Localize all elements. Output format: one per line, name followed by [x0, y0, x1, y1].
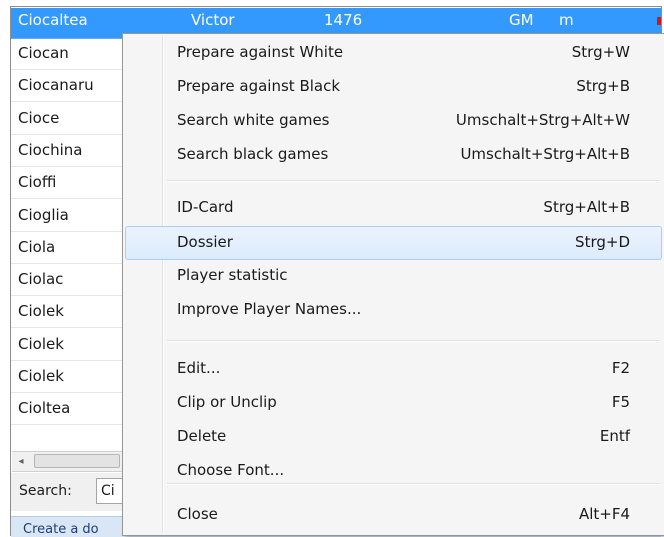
flag-mark-icon: [657, 17, 661, 25]
player-name-cell: Ciolek: [18, 367, 64, 385]
menu-separator: [167, 483, 660, 485]
player-elo-cell: 1476: [324, 11, 363, 29]
menu-item-shortcut: Strg+D: [575, 233, 630, 251]
player-name-cell: Ciolek: [18, 335, 64, 353]
menu-item-label: Choose Font...: [177, 461, 285, 479]
status-text: Create a do: [23, 522, 99, 537]
player-title-cell: GM: [509, 11, 534, 29]
menu-item-close[interactable]: Close Alt+F4: [125, 498, 662, 532]
menu-item-edit[interactable]: Edit... F2: [125, 352, 662, 386]
menu-item-label: Search white games: [177, 111, 330, 129]
context-menu[interactable]: Prepare against White Strg+W Prepare again…: [122, 33, 664, 536]
menu-item-label: Player statistic: [177, 266, 288, 284]
menu-item-label: Close: [177, 505, 218, 523]
menu-separator: [167, 180, 660, 182]
player-name-cell: Cioltea: [18, 399, 71, 417]
menu-item-shortcut: Strg+Alt+B: [543, 198, 630, 216]
menu-item-id-card[interactable]: ID-Card Strg+Alt+B: [125, 191, 662, 225]
menu-item-shortcut: Umschalt+Strg+Alt+W: [455, 111, 630, 129]
player-name-cell: Ciocanaru: [18, 76, 94, 94]
menu-item-shortcut: Strg+B: [576, 77, 630, 95]
menu-item-label: Improve Player Names...: [177, 300, 362, 318]
player-name-cell: Ciochina: [18, 141, 83, 159]
player-name-cell: Cioffi: [18, 173, 57, 191]
player-name-cell: Ciocan: [18, 44, 69, 62]
menu-item-shortcut: Alt+F4: [578, 505, 630, 523]
menu-item-search-white-games[interactable]: Search white games Umschalt+Strg+Alt+W: [125, 104, 662, 138]
player-name-cell: Ciocaltea: [18, 11, 88, 29]
menu-item-shortcut: Umschalt+Strg+Alt+B: [460, 145, 630, 163]
menu-item-player-statistic[interactable]: Player statistic: [125, 259, 662, 293]
menu-item-improve-player-names[interactable]: Improve Player Names...: [125, 293, 662, 327]
menu-item-shortcut: Strg+W: [571, 43, 630, 61]
horizontal-scrollbar[interactable]: ◂: [12, 451, 122, 472]
menu-item-dossier[interactable]: Dossier Strg+D: [125, 226, 662, 260]
player-name-cell: Ciolek: [18, 302, 64, 320]
menu-separator: [167, 340, 660, 342]
menu-item-shortcut: F2: [611, 359, 630, 377]
player-name-cell: Cioglia: [18, 206, 69, 224]
menu-item-shortcut: F5: [611, 393, 630, 411]
menu-item-search-black-games[interactable]: Search black games Umschalt+Strg+Alt+B: [125, 138, 662, 172]
menu-item-label: Prepare against White: [177, 43, 344, 61]
menu-item-prepare-against-black[interactable]: Prepare against Black Strg+B: [125, 70, 662, 104]
menu-item-label: Clip or Unclip: [177, 393, 277, 411]
menu-item-label: Edit...: [177, 359, 221, 377]
scroll-thumb[interactable]: [34, 454, 120, 468]
player-name-cell: Ciola: [18, 238, 56, 256]
player-first-name-cell: Victor: [191, 11, 235, 29]
player-name-cell: Cioce: [18, 109, 60, 127]
menu-item-label: Search black games: [177, 145, 329, 163]
menu-item-label: ID-Card: [177, 198, 234, 216]
menu-item-shortcut: Entf: [599, 427, 630, 445]
player-name-cell: Ciolac: [18, 270, 64, 288]
menu-item-label: Dossier: [177, 233, 233, 251]
menu-item-delete[interactable]: Delete Entf: [125, 420, 662, 454]
scroll-left-arrow-icon[interactable]: ◂: [12, 452, 30, 471]
menu-item-label: Delete: [177, 427, 227, 445]
player-sex-cell: m: [559, 11, 574, 29]
menu-item-prepare-against-white[interactable]: Prepare against White Strg+W: [125, 36, 662, 70]
search-label: Search:: [19, 483, 72, 499]
menu-item-clip-or-unclip[interactable]: Clip or Unclip F5: [125, 386, 662, 420]
menu-item-label: Prepare against Black: [177, 77, 341, 95]
